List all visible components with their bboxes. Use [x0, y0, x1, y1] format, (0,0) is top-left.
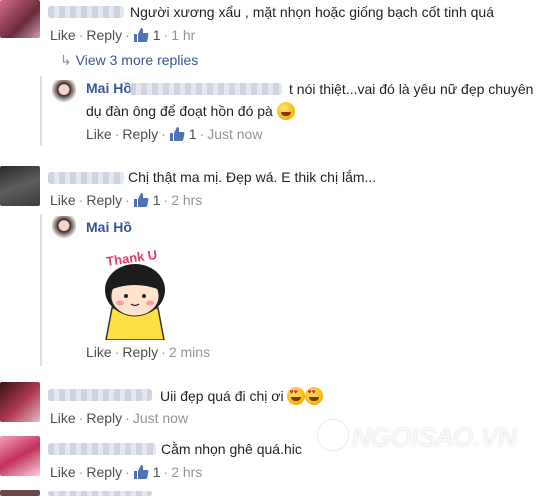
- reply-link[interactable]: Reply: [122, 126, 158, 142]
- commenter-name-blurred[interactable]: [48, 491, 152, 496]
- reply-thread-line: [40, 76, 42, 146]
- like-link[interactable]: Like: [86, 344, 112, 360]
- timestamp[interactable]: 2 hrs: [171, 192, 202, 208]
- like-link[interactable]: Like: [50, 192, 76, 208]
- commenter-avatar[interactable]: [0, 0, 40, 38]
- comment-actions: Like · Reply · Just now: [50, 410, 189, 426]
- heart-eyes-emoji-icon: [305, 387, 324, 405]
- reply-avatar[interactable]: [52, 216, 76, 240]
- reply-link[interactable]: Reply: [86, 192, 122, 208]
- commenter-name-blurred[interactable]: [48, 389, 152, 401]
- reply-link[interactable]: Reply: [86, 464, 122, 480]
- grin-emoji-icon: [276, 102, 295, 120]
- reply-link[interactable]: Reply: [86, 27, 122, 43]
- commenter-avatar[interactable]: [0, 382, 40, 422]
- commenter-name-blurred[interactable]: [48, 6, 124, 18]
- reply-text-line2: dụ đàn ông để đoạt hồn đó pà: [86, 102, 295, 120]
- heart-eyes-emoji-icon: [287, 387, 306, 405]
- timestamp[interactable]: Just now: [207, 126, 262, 142]
- like-count[interactable]: 1: [133, 464, 161, 480]
- reply-arrow-icon: ↳: [60, 52, 76, 68]
- like-link[interactable]: Like: [50, 464, 76, 480]
- thank-you-sticker[interactable]: Thank U: [98, 246, 172, 341]
- comment-text: Người xương xẩu , mặt nhọn hoặc giống bạ…: [130, 4, 494, 20]
- like-count[interactable]: 1: [169, 126, 197, 142]
- like-count[interactable]: 1: [133, 27, 161, 43]
- thumbs-up-icon: [133, 27, 149, 46]
- timestamp[interactable]: 2 mins: [169, 344, 210, 360]
- comment-actions: Like · Reply · 1 · 2 hrs: [50, 464, 202, 483]
- reply-actions: Like · Reply · 2 mins: [86, 344, 211, 360]
- thumbs-up-icon: [133, 464, 149, 483]
- timestamp[interactable]: 2 hrs: [171, 464, 202, 480]
- reply-avatar[interactable]: [52, 80, 76, 104]
- timestamp[interactable]: 1 hr: [171, 27, 195, 43]
- like-count[interactable]: 1: [133, 192, 161, 208]
- comment-actions: Like · Reply · 1 · 2 hrs: [50, 192, 202, 211]
- watermark-logo-icon: [318, 420, 348, 450]
- commenter-avatar[interactable]: [0, 490, 40, 496]
- reply-link[interactable]: Reply: [122, 344, 158, 360]
- thumbs-up-icon: [133, 192, 149, 211]
- reply-mention-blurred[interactable]: [130, 83, 282, 95]
- reply-thread-line: [40, 214, 42, 366]
- reply-text-line1: t nói thiệt...vai đó là yêu nữ đẹp chuyê…: [289, 81, 534, 97]
- like-link[interactable]: Like: [86, 126, 112, 142]
- comment-text: Chị thật ma mị. Đẹp wá. E thik chị lắm..…: [128, 169, 377, 185]
- reply-author[interactable]: Mai Hồ: [86, 80, 132, 96]
- reply-author[interactable]: Mai Hồ: [86, 219, 132, 235]
- commenter-name-blurred[interactable]: [48, 172, 124, 184]
- thumbs-up-icon: [169, 126, 185, 145]
- like-link[interactable]: Like: [50, 27, 76, 43]
- commenter-avatar[interactable]: [0, 166, 40, 206]
- comment-actions: Like · Reply · 1 · 1 hr: [50, 27, 195, 46]
- view-more-replies[interactable]: ↳ View 3 more replies: [60, 52, 198, 69]
- comment-text: Cằm nhọn ghê quá.hic: [161, 441, 302, 457]
- site-watermark: NGOISAO.VN: [318, 420, 517, 453]
- reply-actions: Like · Reply · 1 · Just now: [86, 126, 262, 145]
- like-link[interactable]: Like: [50, 410, 76, 426]
- commenter-name-blurred[interactable]: [48, 443, 156, 455]
- comment-text: Uii đẹp quá đi chị ơi: [160, 387, 324, 405]
- reply-link[interactable]: Reply: [86, 410, 122, 426]
- commenter-avatar[interactable]: [0, 436, 40, 476]
- timestamp[interactable]: Just now: [133, 410, 188, 426]
